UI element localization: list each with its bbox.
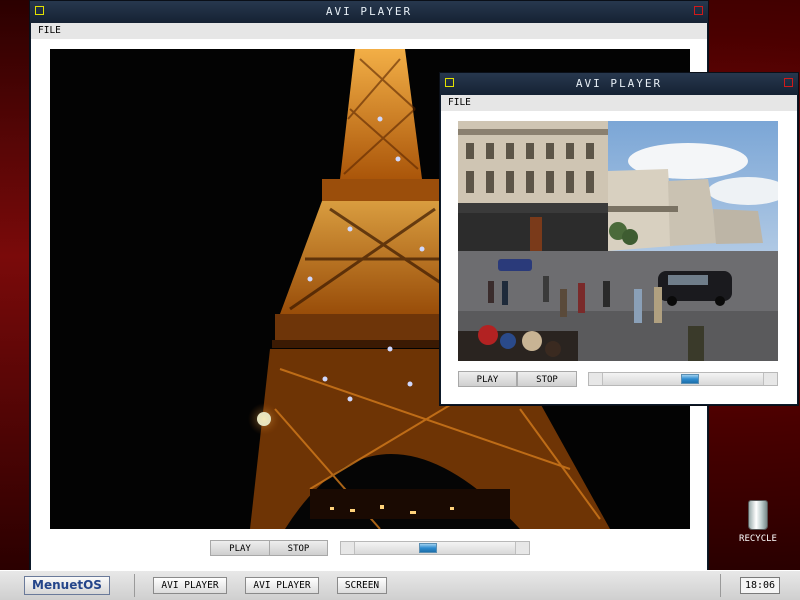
- taskbar-button-screen[interactable]: SCREEN: [337, 577, 387, 594]
- play-button[interactable]: PLAY: [458, 371, 517, 387]
- taskbar-button-avi-player-1[interactable]: AVI PLAYER: [153, 577, 227, 594]
- paris-street-image: [458, 121, 778, 361]
- desktop-wallpaper: [0, 0, 30, 570]
- menu-bar: FILE: [31, 23, 707, 39]
- taskbar-button-avi-player-2[interactable]: AVI PLAYER: [245, 577, 319, 594]
- window-title: AVI PLAYER: [325, 5, 413, 18]
- avi-player-window-secondary[interactable]: AVI PLAYER FILE PLAY STOP: [439, 72, 799, 406]
- slider-right-cap[interactable]: [515, 542, 529, 554]
- title-bar[interactable]: AVI PLAYER: [440, 73, 798, 95]
- slider-left-cap[interactable]: [341, 542, 355, 554]
- menuetos-start-button[interactable]: MenuetOS: [24, 576, 110, 595]
- title-bar[interactable]: AVI PLAYER: [30, 1, 708, 23]
- close-icon[interactable]: [694, 6, 703, 15]
- window-client: PLAY STOP: [441, 111, 797, 404]
- stop-button[interactable]: STOP: [517, 371, 577, 387]
- clock-separator: [720, 574, 721, 597]
- recycle-bin-icon[interactable]: [748, 500, 768, 530]
- clock: 18:06: [740, 577, 780, 594]
- slider-thumb[interactable]: [681, 374, 700, 384]
- progress-slider[interactable]: [588, 372, 778, 386]
- slider-left-cap[interactable]: [589, 373, 603, 385]
- taskbar: MenuetOS AVI PLAYER AVI PLAYER SCREEN 18…: [0, 570, 800, 600]
- menu-file[interactable]: FILE: [448, 97, 471, 108]
- play-button[interactable]: PLAY: [210, 540, 270, 556]
- window-title: AVI PLAYER: [575, 77, 663, 90]
- minimize-icon[interactable]: [35, 6, 44, 15]
- stop-button[interactable]: STOP: [269, 540, 328, 556]
- minimize-icon[interactable]: [445, 78, 454, 87]
- menu-bar: FILE: [441, 95, 797, 111]
- recycle-label: RECYCLE: [739, 534, 777, 544]
- menu-file[interactable]: FILE: [38, 25, 61, 36]
- slider-right-cap[interactable]: [763, 373, 777, 385]
- progress-slider[interactable]: [340, 541, 530, 555]
- video-frame: [458, 121, 778, 361]
- recycle-bin[interactable]: RECYCLE: [733, 500, 783, 544]
- close-icon[interactable]: [784, 78, 793, 87]
- slider-thumb[interactable]: [418, 543, 437, 553]
